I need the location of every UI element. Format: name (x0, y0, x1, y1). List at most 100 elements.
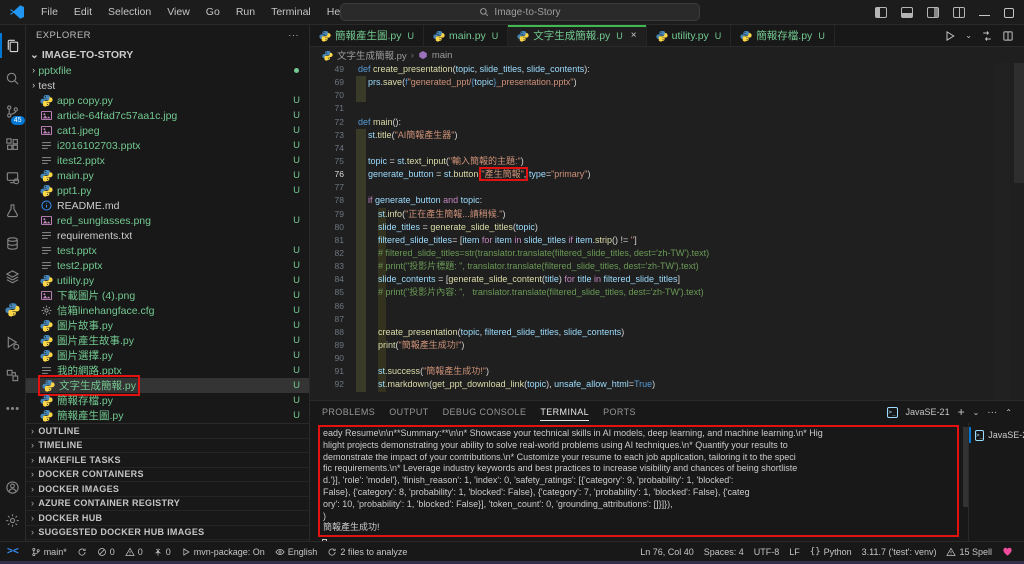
activity-run-debug[interactable] (0, 326, 26, 359)
code-line-87[interactable]: 87 (310, 312, 1024, 326)
section-azure-container-registry[interactable]: › AZURE CONTAINER REGISTRY (26, 497, 309, 511)
line-number[interactable]: 71 (310, 102, 344, 115)
line-number[interactable]: 90 (310, 352, 344, 365)
command-center-search[interactable]: Image-to-Story (340, 3, 700, 21)
file-row[interactable]: README.md (26, 198, 309, 213)
minimap[interactable] (994, 63, 1010, 400)
file-row[interactable]: red_sunglasses.png U (26, 213, 309, 228)
terminal-dropdown-chevron-icon[interactable]: ⌄ (973, 408, 980, 417)
code-line-78[interactable]: 78 if generate_button and topic: (310, 194, 1024, 208)
code-line-71[interactable]: 71 (310, 102, 1024, 115)
activity-explorer[interactable] (0, 29, 26, 62)
file-row[interactable]: cat1.jpeg U (26, 123, 309, 138)
section-docker-images[interactable]: › DOCKER IMAGES (26, 482, 309, 497)
menu-view[interactable]: View (159, 6, 198, 18)
panel-tab-debug-console[interactable]: DEBUG CONSOLE (443, 401, 527, 423)
breadcrumb-file[interactable]: 文字生成簡報.py (337, 48, 407, 62)
line-number[interactable]: 72 (310, 116, 344, 129)
terminal-output[interactable]: eady Resume\n\n**Summary:**\n\n* Showcas… (310, 423, 963, 550)
file-row[interactable]: › pptxfile (26, 63, 309, 78)
status-errors[interactable]: 0 (92, 542, 120, 561)
code-line-85[interactable]: 85 # print("投影片內容: ", translator.transla… (310, 286, 1024, 300)
activity-remote-explorer[interactable] (0, 161, 26, 194)
file-row[interactable]: 我的網路.pptx U (26, 363, 309, 378)
maximize-panel-icon[interactable]: ⌃ (1005, 408, 1012, 417)
line-number[interactable]: 76 (310, 168, 344, 181)
file-row[interactable]: requirements.txt (26, 228, 309, 243)
code-line-92[interactable]: 92 st.markdown(get_ppt_download_link(top… (310, 378, 1024, 392)
status-warnings[interactable]: 0 (120, 542, 148, 561)
new-terminal-icon[interactable]: + (958, 405, 965, 419)
file-row[interactable]: test.pptx U (26, 243, 309, 258)
file-row[interactable]: 簡報存檔.py U (26, 393, 309, 408)
activity-testing[interactable] (0, 194, 26, 227)
section-makefile-tasks[interactable]: › MAKEFILE TASKS (26, 453, 309, 468)
code-line-84[interactable]: 84 slide_contents = [generate_slide_cont… (310, 273, 1024, 287)
menu-go[interactable]: Go (198, 6, 228, 18)
status-git-branch[interactable]: main* (26, 542, 72, 561)
activity-search[interactable] (0, 62, 26, 95)
activity-layers[interactable] (0, 260, 26, 293)
explorer-more-actions-icon[interactable]: ··· (288, 30, 299, 41)
tab-簡報產生圖.py[interactable]: 簡報產生圖.py U (310, 25, 425, 46)
file-row[interactable]: 簡報產生圖.py U (26, 408, 309, 423)
status-task-mvn-package[interactable]: mvn-package: On (176, 542, 270, 561)
terminal-list-item[interactable]: >_ JavaSE-2 (969, 427, 1024, 443)
code-line-86[interactable]: 86 (310, 299, 1024, 313)
line-number[interactable]: 83 (310, 260, 344, 273)
line-number[interactable]: 86 (310, 300, 344, 313)
line-number[interactable]: 92 (310, 378, 344, 391)
line-number[interactable]: 80 (310, 221, 344, 234)
section-timeline[interactable]: › TIMELINE (26, 439, 309, 453)
code-line-91[interactable]: 91 st.success("簡報產生成功!") (310, 365, 1024, 379)
line-number[interactable]: 84 (310, 273, 344, 286)
menu-file[interactable]: File (33, 6, 66, 18)
section-outline[interactable]: › OUTLINE (26, 424, 309, 439)
code-line-89[interactable]: 89 print("簡報產生成功!") (310, 338, 1024, 353)
activity-more[interactable] (0, 392, 26, 425)
toggle-secondary-sidebar-icon[interactable] (927, 7, 939, 18)
line-number[interactable]: 74 (310, 142, 344, 155)
activity-account[interactable] (0, 471, 26, 504)
code-line-72[interactable]: 72 def main(): (310, 116, 1024, 129)
section-docker-hub[interactable]: › DOCKER HUB (26, 511, 309, 526)
file-row[interactable]: 圖片故事.py U (26, 318, 309, 333)
close-tab-icon[interactable]: × (631, 30, 637, 41)
toggle-panel-icon[interactable] (901, 7, 913, 18)
line-number[interactable]: 89 (310, 339, 344, 352)
status-spell-issues[interactable]: 15 Spell (941, 542, 997, 561)
code-line-69[interactable]: 69 prs.save(f"generated_ppt/{topic}_pres… (310, 76, 1024, 90)
restore-window-icon[interactable] (1004, 7, 1014, 18)
menu-terminal[interactable]: Terminal (263, 6, 319, 18)
line-number[interactable]: 49 (310, 63, 344, 76)
run-options-chevron-icon[interactable]: ⌄ (965, 31, 972, 40)
line-number[interactable]: 87 (310, 313, 344, 326)
split-editor-icon[interactable] (1002, 30, 1014, 42)
code-line-81[interactable]: 81 filtered_slide_titles= [item for item… (310, 233, 1024, 247)
line-number[interactable]: 91 (310, 365, 344, 378)
line-number[interactable]: 69 (310, 76, 344, 89)
status-eol[interactable]: LF (784, 542, 805, 561)
activity-python[interactable] (0, 293, 26, 326)
code-line-80[interactable]: 80 slide_titles = generate_slide_titles(… (310, 220, 1024, 234)
code-line-70[interactable]: 70 (310, 89, 1024, 103)
project-root-folder[interactable]: ⌄ IMAGE-TO-STORY (26, 46, 309, 63)
status-files-to-analyze[interactable]: 2 files to analyze (322, 542, 412, 561)
tab-文字生成簡報.py[interactable]: 文字生成簡報.py U × (508, 25, 647, 46)
code-line-49[interactable]: 49 def create_presentation(topic, slide_t… (310, 63, 1024, 76)
panel-tab-terminal[interactable]: TERMINAL (540, 401, 589, 423)
code-line-75[interactable]: 75 topic = st.text_input("輸入簡報的主題:") (310, 154, 1024, 169)
menu-run[interactable]: Run (228, 6, 263, 18)
file-row[interactable]: i2016102703.pptx U (26, 138, 309, 153)
panel-more-actions-icon[interactable]: ··· (987, 407, 997, 418)
file-row[interactable]: 信箱linehangface.cfg U (26, 303, 309, 318)
code-line-77[interactable]: 77 (310, 181, 1024, 195)
line-number[interactable]: 77 (310, 181, 344, 194)
line-number[interactable]: 75 (310, 155, 344, 168)
open-changes-icon[interactable] (981, 30, 993, 42)
status-ports-forwarded[interactable]: 0 (148, 542, 176, 561)
file-row[interactable]: main.py U (26, 168, 309, 183)
tab-main.py[interactable]: main.py U (424, 25, 509, 46)
section-suggested-docker-hub-images[interactable]: › SUGGESTED DOCKER HUB IMAGES (26, 526, 309, 540)
line-number[interactable]: 81 (310, 234, 344, 247)
